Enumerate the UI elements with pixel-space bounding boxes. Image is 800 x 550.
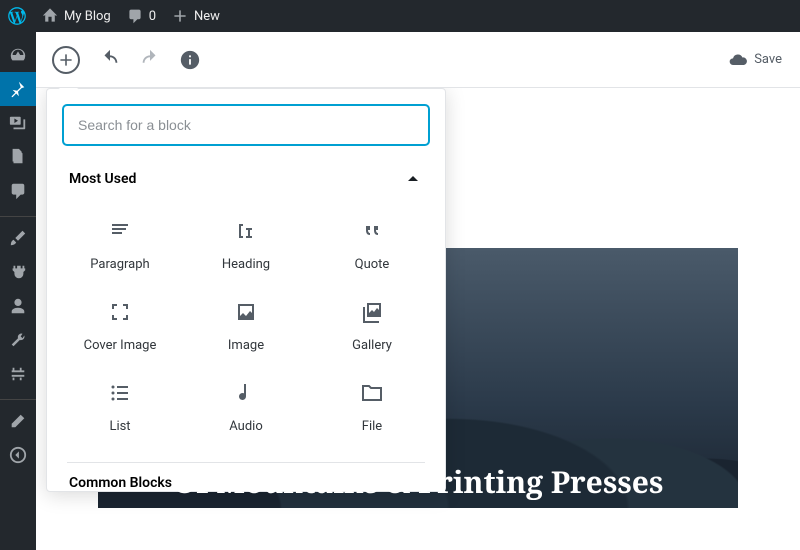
block-label: Paragraph (90, 257, 149, 272)
block-paragraph[interactable]: Paragraph (57, 205, 183, 286)
info-button[interactable] (172, 42, 208, 78)
pin-icon (9, 80, 27, 98)
sidebar-collapse[interactable] (0, 438, 36, 472)
sidebar-separator (0, 395, 36, 400)
block-quote[interactable]: Quote (309, 205, 435, 286)
list-icon (108, 381, 132, 405)
admin-bar: My Blog 0 New (0, 0, 800, 32)
block-audio[interactable]: Audio (183, 367, 309, 448)
admin-sidebar (0, 32, 36, 550)
sidebar-tools[interactable] (0, 323, 36, 357)
sidebar-comments[interactable] (0, 174, 36, 208)
comments-link[interactable]: 0 (119, 0, 164, 32)
plugin-icon (9, 263, 27, 281)
heading-icon (234, 219, 258, 243)
redo-icon (139, 49, 161, 71)
block-label: Cover Image (84, 338, 157, 353)
cloud-icon (728, 50, 748, 70)
sidebar-dashboard[interactable] (0, 38, 36, 72)
comments-count: 0 (149, 9, 156, 24)
cover-image-text[interactable]: Of Mountains & Printing Presses (173, 461, 664, 508)
sidebar-pages[interactable] (0, 140, 36, 174)
pencil-icon (9, 412, 27, 430)
block-label: Heading (222, 257, 270, 272)
inserter-search (63, 105, 429, 145)
site-link[interactable]: My Blog (34, 0, 119, 32)
plus-icon (58, 52, 74, 68)
block-label: List (109, 419, 130, 434)
comment-icon (127, 8, 143, 24)
sidebar-plugins[interactable] (0, 255, 36, 289)
block-label: Gallery (352, 338, 392, 353)
block-cover-image[interactable]: Cover Image (57, 286, 183, 367)
sidebar-separator (0, 212, 36, 217)
user-icon (9, 297, 27, 315)
sidebar-settings[interactable] (0, 357, 36, 391)
block-image[interactable]: Image (183, 286, 309, 367)
collapse-icon (9, 446, 27, 464)
block-grid: Paragraph Heading Quote Cover Image (47, 199, 445, 462)
section-label: Common Blocks (69, 475, 172, 491)
dashboard-icon (9, 46, 27, 64)
site-name: My Blog (64, 9, 111, 24)
sidebar-gutenberg[interactable] (0, 404, 36, 438)
save-label: Save (754, 52, 782, 67)
home-icon (42, 8, 58, 24)
quote-icon (360, 219, 384, 243)
sidebar-appearance[interactable] (0, 221, 36, 255)
block-file[interactable]: File (309, 367, 435, 448)
wordpress-icon (8, 7, 26, 25)
undo-button[interactable] (92, 42, 128, 78)
paragraph-icon (108, 219, 132, 243)
add-block-button[interactable] (52, 46, 80, 74)
block-list[interactable]: List (57, 367, 183, 448)
section-label: Most Used (69, 171, 136, 187)
pages-icon (9, 148, 27, 166)
wp-logo[interactable] (0, 0, 34, 32)
block-label: Quote (355, 257, 390, 272)
undo-icon (99, 49, 121, 71)
block-gallery[interactable]: Gallery (309, 286, 435, 367)
audio-icon (234, 381, 258, 405)
wrench-icon (9, 331, 27, 349)
block-label: Audio (229, 419, 262, 434)
info-icon (179, 49, 201, 71)
sidebar-posts[interactable] (0, 72, 36, 106)
media-icon (9, 114, 27, 132)
chevron-up-icon (403, 169, 423, 189)
gallery-icon (360, 300, 384, 324)
cover-image-icon (108, 300, 132, 324)
save-button[interactable]: Save (728, 50, 792, 70)
sidebar-users[interactable] (0, 289, 36, 323)
search-input[interactable] (63, 105, 429, 145)
new-label: New (194, 9, 220, 24)
section-most-used[interactable]: Most Used (47, 161, 445, 199)
new-content[interactable]: New (164, 0, 228, 32)
sidebar-media[interactable] (0, 106, 36, 140)
editor-toolbar: Save (36, 32, 800, 88)
redo-button[interactable] (132, 42, 168, 78)
block-inserter: Most Used Paragraph Heading Quote (46, 88, 446, 492)
block-label: Image (228, 338, 264, 353)
image-icon (234, 300, 258, 324)
file-icon (360, 381, 384, 405)
plus-icon (172, 8, 188, 24)
settings-icon (9, 365, 27, 383)
block-label: File (362, 419, 382, 434)
brush-icon (9, 229, 27, 247)
block-heading[interactable]: Heading (183, 205, 309, 286)
comments-icon (9, 182, 27, 200)
